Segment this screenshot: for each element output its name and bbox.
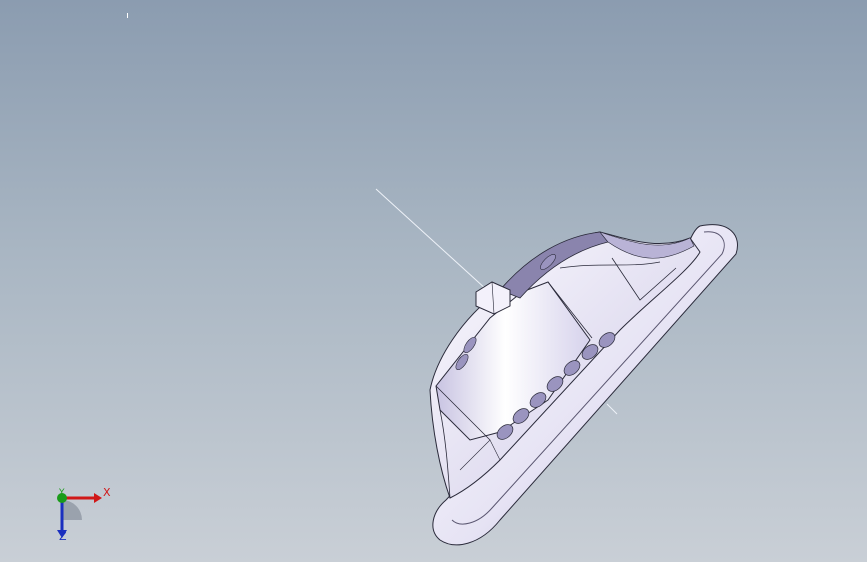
construction-line-end [606,403,618,415]
graphics-viewport[interactable]: X Y Z [0,0,867,562]
x-axis-label: X [103,486,111,499]
y-axis-label: Y [59,488,65,498]
z-axis-label: Z [59,530,67,543]
construction-line [375,188,488,291]
orientation-triad: X Y Z [40,478,120,548]
3d-model[interactable] [0,0,867,562]
